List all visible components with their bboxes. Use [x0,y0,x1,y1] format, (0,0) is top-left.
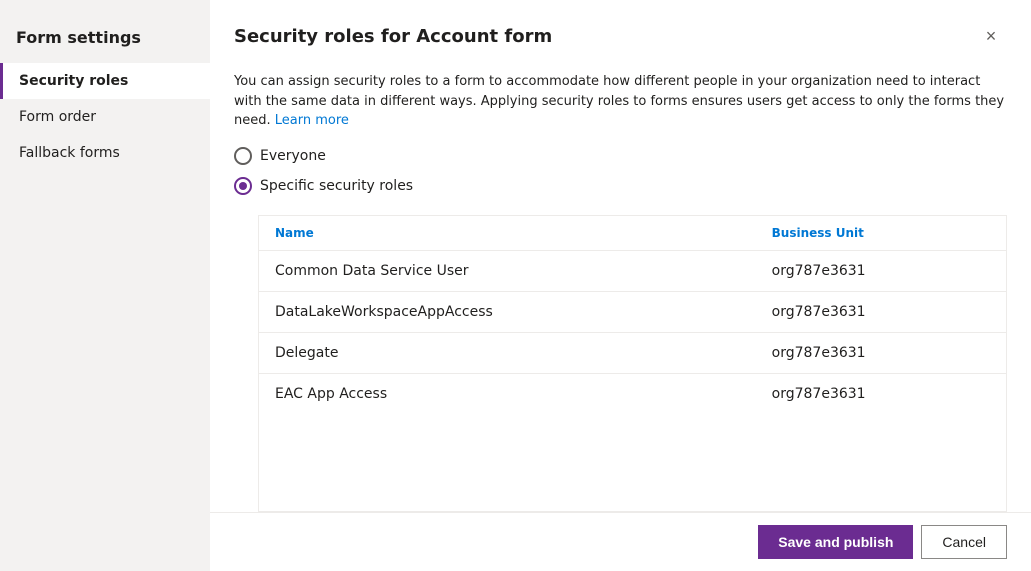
sidebar-item-label: Security roles [19,73,128,89]
sidebar-item-form-order[interactable]: Form order [0,99,210,135]
cell-name: Common Data Service User [259,250,756,291]
sidebar-item-security-roles[interactable]: Security roles [0,63,210,99]
cell-business-unit: org787e3631 [756,291,1006,332]
dialog-body: You can assign security roles to a form … [210,64,1031,512]
cell-name: DataLakeWorkspaceAppAccess [259,291,756,332]
close-icon: × [986,26,997,47]
sidebar-item-fallback-forms[interactable]: Fallback forms [0,135,210,171]
sidebar: Form settings Security roles Form order … [0,0,210,571]
roles-table: Name Business Unit Common Data Service U… [259,216,1006,414]
table-row[interactable]: Common Data Service Userorg787e3631 [259,250,1006,291]
radio-circle-everyone [234,147,252,165]
table-header-row: Name Business Unit [259,216,1006,251]
radio-label-everyone: Everyone [260,148,326,164]
radio-group: Everyone Specific security roles [234,147,1007,195]
table-row[interactable]: Delegateorg787e3631 [259,332,1006,373]
table-row[interactable]: EAC App Accessorg787e3631 [259,373,1006,414]
cell-name: EAC App Access [259,373,756,414]
dialog-header: Security roles for Account form × [210,0,1031,64]
save-publish-button[interactable]: Save and publish [758,525,913,559]
cell-business-unit: org787e3631 [756,332,1006,373]
sidebar-title: Form settings [0,16,210,63]
table-body: Common Data Service Userorg787e3631DataL… [259,250,1006,414]
table-scroll[interactable]: Name Business Unit Common Data Service U… [259,216,1006,512]
sidebar-item-label: Form order [19,109,96,125]
cell-business-unit: org787e3631 [756,250,1006,291]
cancel-button[interactable]: Cancel [921,525,1007,559]
description-text: You can assign security roles to a form … [234,72,1007,131]
dialog-title: Security roles for Account form [234,26,552,47]
sidebar-item-label: Fallback forms [19,145,120,161]
close-button[interactable]: × [975,20,1007,52]
dialog-footer: Save and publish Cancel [210,512,1031,571]
radio-circle-specific [234,177,252,195]
radio-option-everyone[interactable]: Everyone [234,147,1007,165]
learn-more-link[interactable]: Learn more [275,113,349,128]
radio-option-specific[interactable]: Specific security roles [234,177,1007,195]
radio-label-specific: Specific security roles [260,178,413,194]
table-row[interactable]: DataLakeWorkspaceAppAccessorg787e3631 [259,291,1006,332]
col-header-business-unit[interactable]: Business Unit [756,216,1006,251]
cell-name: Delegate [259,332,756,373]
main-panel: Security roles for Account form × You ca… [210,0,1031,571]
col-header-name[interactable]: Name [259,216,756,251]
cell-business-unit: org787e3631 [756,373,1006,414]
roles-table-area: Name Business Unit Common Data Service U… [258,215,1007,513]
